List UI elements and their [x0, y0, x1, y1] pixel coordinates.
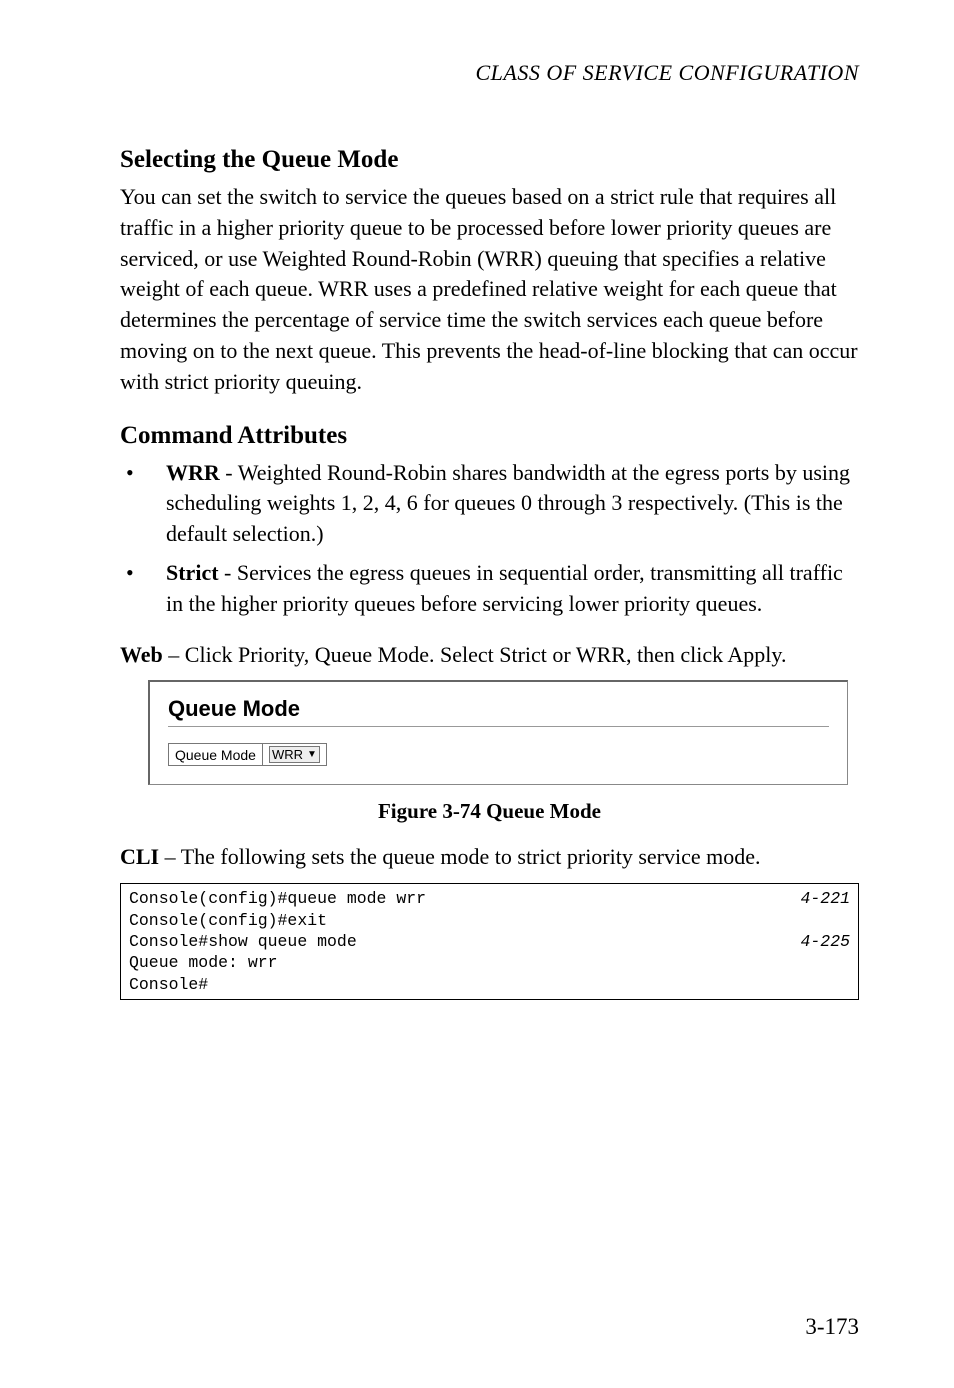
cli-text: – The following sets the queue mode to s… — [159, 844, 760, 869]
bullet-wrr: • WRR - Weighted Round-Robin shares band… — [120, 458, 859, 550]
screenshot-divider — [168, 726, 829, 727]
heading-selecting-queue-mode: Selecting the Queue Mode — [120, 146, 859, 174]
running-header: CLASS OF SERVICE CONFIGURATION — [120, 60, 859, 86]
command-attributes-list: • WRR - Weighted Round-Robin shares band… — [120, 458, 859, 620]
cli-label: CLI — [120, 844, 159, 869]
page-number: 3-173 — [805, 1314, 859, 1340]
code-line-1-left: Console(config)#queue mode wrr — [129, 888, 426, 909]
code-line-5-left: Queue mode: wrr — [129, 952, 278, 973]
bullet-strict-text: - Services the egress queues in sequenti… — [166, 560, 843, 616]
chevron-down-icon: ▼ — [307, 749, 317, 760]
bullet-marker: • — [120, 558, 166, 620]
figure-caption: Figure 3-74 Queue Mode — [120, 799, 859, 824]
bullet-strict-content: Strict - Services the egress queues in s… — [166, 558, 859, 620]
screenshot-title: Queue Mode — [168, 696, 829, 722]
web-instruction: Web – Click Priority, Queue Mode. Select… — [120, 640, 859, 671]
queue-mode-table: Queue Mode WRR ▼ — [168, 743, 327, 766]
paragraph-selecting: You can set the switch to service the qu… — [120, 182, 859, 398]
heading-command-attributes: Command Attributes — [120, 422, 859, 450]
web-label: Web — [120, 642, 163, 667]
queue-mode-select[interactable]: WRR ▼ — [269, 746, 320, 763]
code-line-3-left: Console#show queue mode — [129, 931, 357, 952]
bullet-strict-term: Strict — [166, 560, 219, 585]
queue-mode-field-label: Queue Mode — [169, 744, 263, 766]
bullet-wrr-term: WRR — [166, 460, 220, 485]
queue-mode-select-cell: WRR ▼ — [262, 744, 326, 766]
code-line-6-left: Console# — [129, 974, 208, 995]
code-line-1-ref: 4-221 — [800, 888, 850, 909]
bullet-wrr-content: WRR - Weighted Round-Robin shares bandwi… — [166, 458, 859, 550]
queue-mode-screenshot: Queue Mode Queue Mode WRR ▼ — [148, 680, 848, 785]
bullet-strict: • Strict - Services the egress queues in… — [120, 558, 859, 620]
web-text: – Click Priority, Queue Mode. Select Str… — [163, 642, 787, 667]
bullet-wrr-text: - Weighted Round-Robin shares bandwidth … — [166, 460, 850, 547]
cli-instruction: CLI – The following sets the queue mode … — [120, 842, 859, 873]
bullet-marker: • — [120, 458, 166, 550]
queue-mode-select-value: WRR — [272, 747, 303, 762]
code-line-3-ref: 4-225 — [800, 931, 850, 952]
cli-code-block: Console(config)#queue mode wrr 4-221 Con… — [120, 883, 859, 1000]
code-line-2-left: Console(config)#exit — [129, 910, 327, 931]
